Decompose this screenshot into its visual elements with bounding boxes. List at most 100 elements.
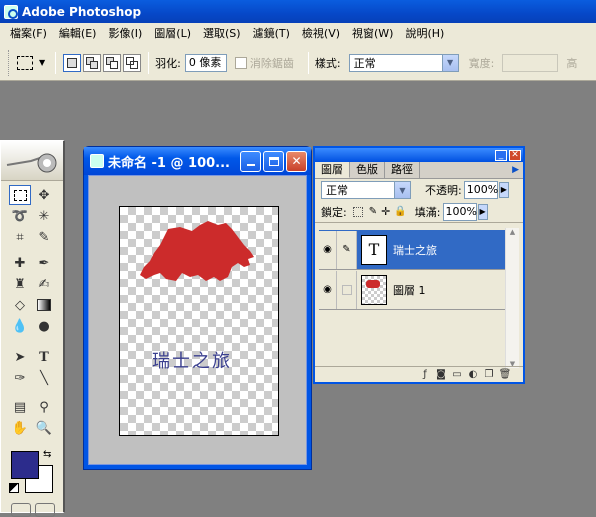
tab-channels[interactable]: 色版 <box>350 162 385 178</box>
line-tool-icon[interactable]: ╲ <box>33 368 55 388</box>
antialias-label: 消除鋸齒 <box>249 56 294 70</box>
tab-layers[interactable]: 圖層 <box>315 162 350 178</box>
fill-slider-arrow-icon[interactable]: ▶ <box>477 203 488 220</box>
menu-edit[interactable]: 編輯(E) <box>53 24 103 44</box>
fill-label: 填滿: <box>414 205 441 219</box>
eye-icon[interactable]: ◉ <box>319 230 337 269</box>
swap-colors-icon[interactable]: ⇆ <box>43 449 51 460</box>
style-select[interactable]: 正常 ▼ <box>348 53 459 72</box>
options-grip[interactable] <box>8 49 11 76</box>
antialias-option[interactable]: 消除鋸齒 <box>234 55 294 71</box>
close-button[interactable]: ✕ <box>286 150 307 172</box>
layers-panel: _ ✕ 圖層 色版 路徑 ▶ 正常 ▼ 不透明: 100% ▶ 鎖定: ✎ ✛ … <box>313 146 525 384</box>
maximize-button[interactable] <box>263 150 284 172</box>
minimize-button[interactable] <box>240 150 261 172</box>
canvas[interactable]: 瑞士之旅 <box>119 206 279 436</box>
blur-tool-icon[interactable]: 💧 <box>9 316 31 336</box>
blend-mode-select[interactable]: 正常 ▼ <box>321 181 411 199</box>
type-tool-icon[interactable]: T <box>33 347 55 367</box>
marquee-tool-icon[interactable] <box>9 185 31 205</box>
zoom-tool-icon[interactable]: 🔍 <box>33 418 55 438</box>
document-icon <box>90 154 104 168</box>
lock-all-icon[interactable]: 🔒 <box>394 206 406 217</box>
adjustment-layer-icon[interactable]: ◐ <box>465 368 481 382</box>
panel-close-icon[interactable]: ✕ <box>509 149 521 161</box>
tab-paths[interactable]: 路徑 <box>385 162 420 178</box>
panel-tabs: 圖層 色版 路徑 ▶ <box>315 162 523 179</box>
standard-mode-button[interactable] <box>35 503 55 517</box>
document-title-bar[interactable]: 未命名 -1 @ 100... ✕ <box>84 147 311 175</box>
fill-input[interactable]: 100% <box>442 202 477 221</box>
clone-stamp-tool-icon[interactable]: ♜ <box>9 274 31 294</box>
magic-wand-tool-icon[interactable]: ✳ <box>33 206 55 226</box>
toolbox-header[interactable] <box>1 141 63 181</box>
menu-filter[interactable]: 濾鏡(T) <box>247 24 296 44</box>
move-tool-icon[interactable]: ✥ <box>33 185 55 205</box>
layer-row-text[interactable]: ◉ ✎ T 瑞士之旅 <box>319 230 507 270</box>
dodge-tool-icon[interactable]: ● <box>33 316 55 336</box>
layer-row-pixel[interactable]: ◉ 圖層 1 <box>319 270 507 310</box>
app-title-bar: Adobe Photoshop <box>0 0 596 23</box>
add-selection-button[interactable] <box>83 53 102 72</box>
link-icon[interactable] <box>337 270 357 309</box>
default-colors-icon[interactable] <box>9 483 19 493</box>
notes-tool-icon[interactable]: ▤ <box>9 397 31 417</box>
divider <box>148 51 150 74</box>
panel-menu-icon[interactable]: ▶ <box>512 162 519 178</box>
history-brush-tool-icon[interactable]: ✍ <box>33 274 55 294</box>
foreground-color-swatch[interactable] <box>11 451 39 479</box>
lock-label: 鎖定: <box>321 205 347 219</box>
pen-tool-icon[interactable]: ✑ <box>9 368 31 388</box>
layers-scrollbar[interactable]: ▲ ▼ <box>505 228 519 368</box>
options-bar: ▼ 羽化: 0 像素 消除鋸齒 樣式: 正常 ▼ 寬度: 高 <box>0 45 596 81</box>
quick-mask-button[interactable] <box>11 503 31 517</box>
gradient-tool-icon[interactable] <box>33 295 55 315</box>
antialias-checkbox[interactable] <box>234 56 247 69</box>
scroll-up-icon[interactable]: ▲ <box>506 228 519 236</box>
eyedropper-tool-icon[interactable]: ⚲ <box>33 397 55 417</box>
opacity-label: 不透明: <box>425 184 462 197</box>
opacity-input[interactable]: 100% <box>463 181 498 199</box>
subtract-selection-button[interactable] <box>103 53 122 72</box>
close-icon: ✕ <box>291 154 302 168</box>
document-body: 瑞士之旅 <box>88 175 307 465</box>
tool-preset-picker[interactable]: ▼ <box>17 55 46 70</box>
crop-tool-icon[interactable]: ⌗ <box>9 227 31 247</box>
slice-tool-icon[interactable]: ✎ <box>33 227 55 247</box>
layer-style-icon[interactable]: ƒ <box>417 368 433 382</box>
lasso-tool-icon[interactable]: ➰ <box>9 206 31 226</box>
brush-icon[interactable]: ✎ <box>337 230 357 269</box>
eye-icon[interactable]: ◉ <box>319 270 337 309</box>
menu-image[interactable]: 影像(I) <box>102 24 148 44</box>
healing-brush-tool-icon[interactable]: ✚ <box>9 253 31 273</box>
layer-mask-icon[interactable]: ◙ <box>433 368 449 382</box>
menu-window[interactable]: 視窗(W) <box>346 24 399 44</box>
layers-panel-titlebar[interactable]: _ ✕ <box>315 148 523 162</box>
menu-layer[interactable]: 圖層(L) <box>148 24 197 44</box>
chevron-down-icon: ▼ <box>441 54 458 71</box>
brush-tool-icon[interactable]: ✒ <box>33 253 55 273</box>
document-title: 未命名 -1 @ 100... <box>108 155 230 171</box>
menu-select[interactable]: 選取(S) <box>197 24 247 44</box>
width-input[interactable] <box>502 53 559 72</box>
menu-help[interactable]: 說明(H) <box>399 24 450 44</box>
hand-tool-icon[interactable]: ✋ <box>9 418 31 438</box>
new-layer-icon[interactable]: ❐ <box>481 368 497 382</box>
delete-layer-icon[interactable]: 🗑 <box>497 368 513 382</box>
lock-image-icon[interactable]: ✎ <box>369 206 377 217</box>
menu-file[interactable]: 檔案(F) <box>4 24 53 44</box>
intersect-selection-button[interactable] <box>123 53 142 72</box>
lock-position-icon[interactable]: ✛ <box>381 205 390 218</box>
new-group-icon[interactable]: ▭ <box>449 368 465 382</box>
feather-input[interactable]: 0 像素 <box>184 53 227 72</box>
panel-minimize-icon[interactable]: _ <box>495 149 507 161</box>
lock-transparency-icon[interactable] <box>352 206 363 217</box>
menu-view[interactable]: 檢視(V) <box>296 24 346 44</box>
new-selection-button[interactable] <box>63 53 82 72</box>
chevron-down-icon: ▼ <box>39 58 46 67</box>
rect-marquee-icon <box>17 55 33 70</box>
photoshop-feather-icon <box>6 153 57 173</box>
eraser-tool-icon[interactable]: ◇ <box>9 295 31 315</box>
opacity-slider-arrow-icon[interactable]: ▶ <box>498 182 509 198</box>
path-selection-tool-icon[interactable]: ➤ <box>9 347 31 367</box>
